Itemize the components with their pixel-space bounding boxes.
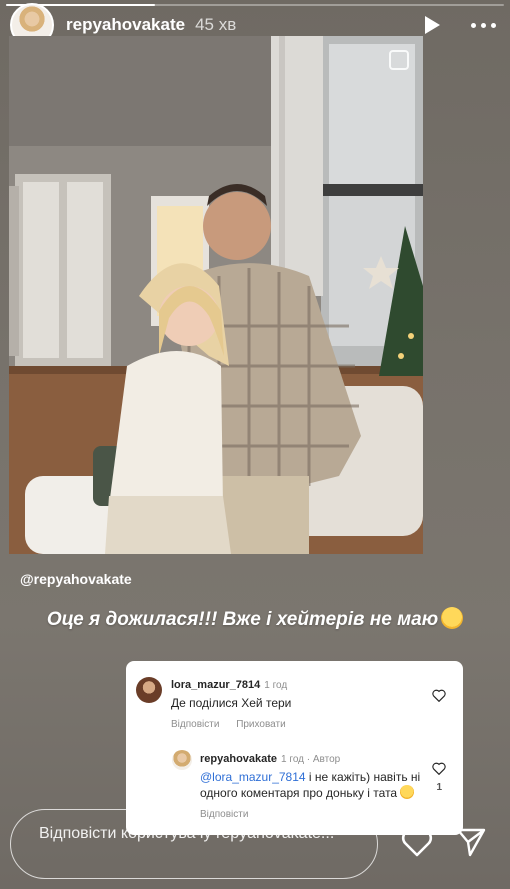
mention-sticker[interactable]: @repyahovakate (20, 571, 132, 587)
grinning-sweat-emoji (400, 785, 415, 799)
like-heart-icon[interactable] (400, 826, 434, 858)
reply-link[interactable]: Відповісти (171, 719, 219, 730)
reply-username[interactable]: repyahovakate (200, 753, 277, 765)
play-icon[interactable] (420, 13, 444, 37)
story-photo (9, 36, 423, 554)
select-icon[interactable] (389, 50, 409, 70)
commenter-avatar[interactable] (136, 677, 162, 703)
story-username[interactable]: repyahovakate (66, 15, 185, 35)
sweat-smile-emoji (441, 607, 464, 629)
reply-mention[interactable]: @lora_mazur_7814 (200, 770, 306, 784)
comment-time: 1 год (264, 680, 288, 691)
reply-text: @lora_mazur_7814 і не кажіть) навіть ні … (200, 770, 423, 801)
comment-item: lora_mazur_7814 1 год Де поділися Хей тер… (171, 675, 453, 730)
story-caption: Оце я дожилася!!! Вже і хейтерів не маю (0, 607, 510, 631)
author-avatar[interactable] (172, 750, 192, 770)
reply-input[interactable]: Відповісти користувачу repyahovakate... (10, 809, 378, 879)
heart-icon[interactable] (432, 762, 446, 775)
comment-username[interactable]: lora_mazur_7814 (171, 679, 260, 691)
heart-icon[interactable] (432, 689, 446, 702)
reply-meta: 1 год · Автор (281, 754, 341, 765)
more-options-icon[interactable] (468, 13, 498, 37)
story-time: 45 хв (195, 15, 237, 34)
comment-actions: Відповісти Приховати (171, 719, 453, 730)
caption-text: Оце я дожилася!!! Вже і хейтерів не маю (46, 609, 439, 630)
hide-link[interactable]: Приховати (236, 719, 286, 730)
like-count: 1 (436, 782, 442, 793)
photo-illustration (9, 36, 423, 554)
send-icon[interactable] (455, 826, 487, 858)
comment-text: Де поділися Хей тери (171, 696, 292, 710)
